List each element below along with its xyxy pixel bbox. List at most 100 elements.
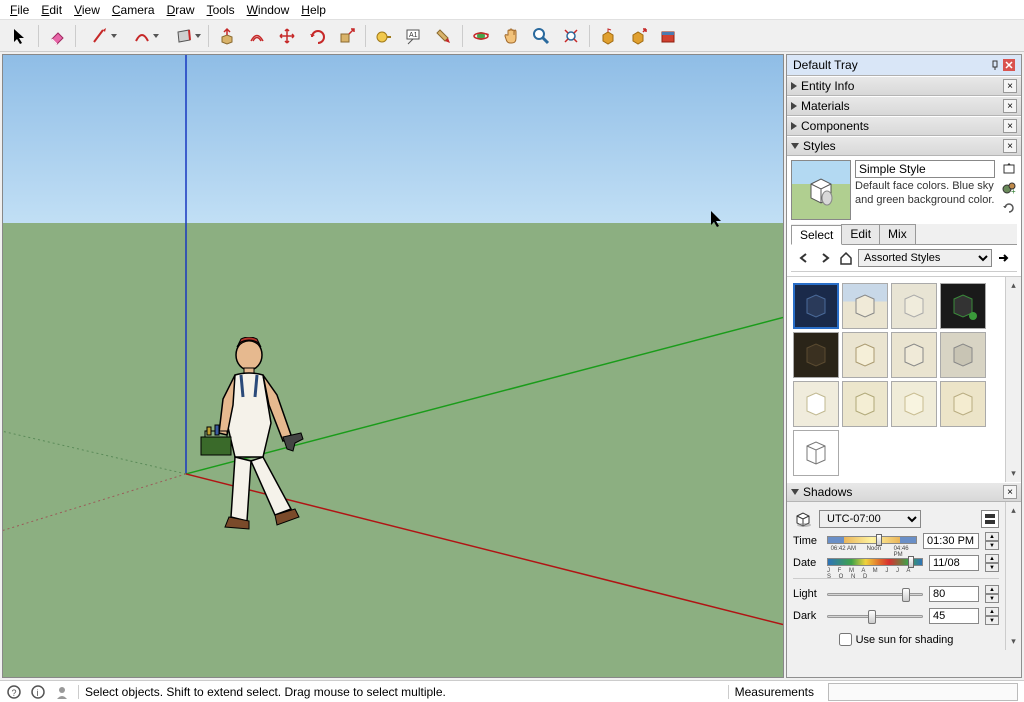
date-spin-up[interactable]: ▲ [985,554,999,563]
thumbs-scrollbar[interactable]: ▴▾ [1005,277,1021,482]
zoom-extents-tool[interactable] [557,23,585,49]
style-thumb[interactable] [891,332,937,378]
tray-title-bar[interactable]: Default Tray [787,55,1021,76]
offset-tool[interactable] [243,23,271,49]
menu-help[interactable]: Help [295,1,332,19]
style-thumb[interactable] [940,332,986,378]
dark-spin-down[interactable]: ▼ [985,616,999,625]
menu-file[interactable]: File [4,1,35,19]
rectangle-tool[interactable] [164,23,204,49]
shadows-scrollbar[interactable]: ▴▾ [1005,502,1021,650]
light-spin-up[interactable]: ▲ [985,585,999,594]
style-collection-select[interactable]: Assorted Styles [858,249,992,267]
panel-entity-info[interactable]: Entity Info × [787,76,1021,96]
style-name-input[interactable] [855,160,995,178]
tab-edit[interactable]: Edit [841,224,880,244]
nav-back-icon[interactable] [795,249,813,267]
styles-panel: Default face colors. Blue sky and green … [787,156,1021,277]
close-icon[interactable]: × [1003,119,1017,133]
style-thumb[interactable] [891,381,937,427]
style-thumb[interactable] [842,332,888,378]
styles-tabs: Select Edit Mix [791,224,1017,245]
dark-spin-up[interactable]: ▲ [985,607,999,616]
date-input[interactable] [929,555,979,571]
time-slider[interactable]: 06:42 AM Noon 04:46 PM [827,534,917,548]
close-icon[interactable]: × [1003,139,1017,153]
style-thumb[interactable] [842,283,888,329]
orbit-tool[interactable] [467,23,495,49]
svg-text:+: + [1011,187,1016,195]
menu-draw[interactable]: Draw [161,1,201,19]
zoom-tool[interactable] [527,23,555,49]
text-tool[interactable]: A1 [400,23,428,49]
panel-components[interactable]: Components × [787,116,1021,136]
style-thumb[interactable] [793,430,839,476]
style-thumb[interactable] [940,381,986,427]
rotate-tool[interactable] [303,23,331,49]
shadow-toggle-icon[interactable] [793,510,813,528]
style-thumb[interactable] [793,283,839,329]
panel-styles[interactable]: Styles × [787,136,1021,156]
nav-home-icon[interactable] [837,249,855,267]
panel-shadows[interactable]: Shadows × [787,482,1021,502]
tape-tool[interactable] [370,23,398,49]
arc-tool[interactable] [122,23,162,49]
style-refresh-icon[interactable] [1001,200,1017,216]
measurements-input[interactable] [828,683,1018,701]
menu-camera[interactable]: Camera [106,1,161,19]
style-create-icon[interactable]: + [1001,180,1017,196]
pan-tool[interactable] [497,23,525,49]
style-thumb[interactable] [940,283,986,329]
paint-tool[interactable] [430,23,458,49]
time-spin-down[interactable]: ▼ [985,541,999,550]
menu-view[interactable]: View [68,1,106,19]
date-slider[interactable]: J F M A M J J A S O N D [827,556,923,570]
close-icon[interactable]: × [1003,79,1017,93]
details-icon[interactable] [995,249,1013,267]
eraser-tool[interactable] [43,23,71,49]
default-tray: Default Tray Entity Info × Materials × C… [786,54,1022,678]
move-tool[interactable] [273,23,301,49]
menu-window[interactable]: Window [241,1,296,19]
panel-materials[interactable]: Materials × [787,96,1021,116]
style-thumb[interactable] [891,283,937,329]
dark-slider[interactable] [827,608,923,624]
close-icon[interactable]: × [1003,99,1017,113]
model-viewport[interactable] [2,54,784,678]
tray-pin-icon[interactable] [989,59,1001,71]
warehouse-share-tool[interactable] [624,23,652,49]
time-spin-up[interactable]: ▲ [985,532,999,541]
style-thumb[interactable] [793,381,839,427]
tab-mix[interactable]: Mix [879,224,916,244]
style-thumb[interactable] [793,332,839,378]
info-icon[interactable]: i [30,684,46,700]
nav-forward-icon[interactable] [816,249,834,267]
warehouse-get-tool[interactable] [594,23,622,49]
select-tool[interactable] [6,23,34,49]
shadow-settings-icon[interactable] [981,510,999,528]
light-input[interactable] [929,586,979,602]
person-icon[interactable] [54,684,70,700]
sun-shading-checkbox[interactable] [839,633,852,646]
light-slider[interactable] [827,586,923,602]
help-icon[interactable]: ? [6,684,22,700]
menu-tools[interactable]: Tools [201,1,241,19]
extension-warehouse-tool[interactable] [654,23,682,49]
time-input[interactable] [923,533,979,549]
scale-tool[interactable] [333,23,361,49]
tab-select[interactable]: Select [791,225,842,245]
style-thumb[interactable] [842,381,888,427]
status-hint: Select objects. Shift to extend select. … [78,685,720,699]
light-spin-down[interactable]: ▼ [985,594,999,603]
close-icon[interactable]: × [1003,485,1017,499]
line-tool[interactable] [80,23,120,49]
light-label: Light [793,588,821,600]
timezone-select[interactable]: UTC-07:00 [819,510,921,528]
date-spin-down[interactable]: ▼ [985,563,999,572]
style-preview-thumb[interactable] [791,160,851,220]
menu-edit[interactable]: Edit [35,1,68,19]
style-update-icon[interactable] [1001,160,1017,176]
tray-close-icon[interactable] [1003,59,1015,71]
dark-input[interactable] [929,608,979,624]
pushpull-tool[interactable] [213,23,241,49]
